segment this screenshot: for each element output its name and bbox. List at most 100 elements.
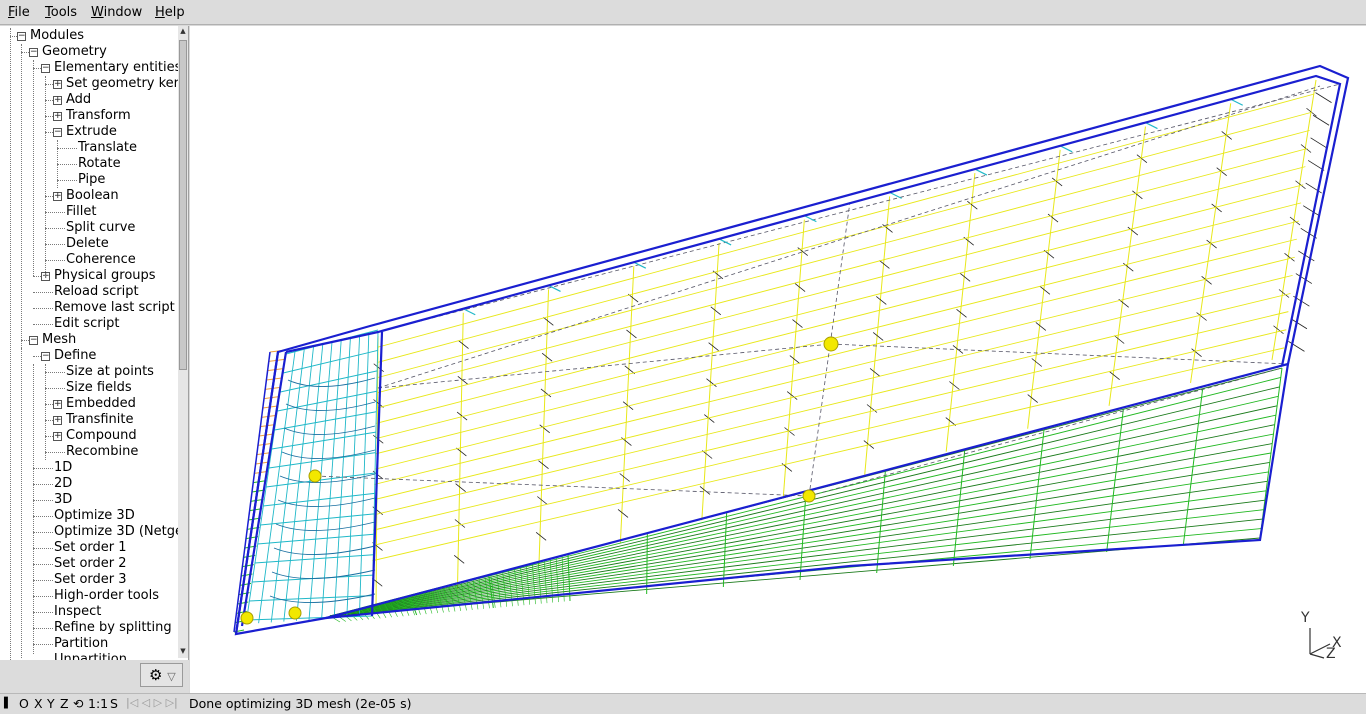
tree-item-label: Add [66, 92, 92, 107]
tree-scrollbar-thumb[interactable] [179, 40, 187, 370]
tree-item[interactable]: Size fields [0, 380, 178, 396]
tree-item[interactable]: + Compound [0, 428, 178, 444]
expand-icon[interactable]: + [53, 400, 62, 409]
collapse-icon[interactable]: − [41, 352, 50, 361]
tree-item[interactable]: Optimize 3D [0, 508, 178, 524]
tree-item-label: Geometry [42, 44, 107, 59]
rotate-icon[interactable]: ⟲ [73, 696, 83, 711]
tree-item[interactable]: 1D [0, 460, 178, 476]
view-x-button[interactable]: X [34, 696, 43, 711]
tree-item[interactable]: Recombine [0, 444, 178, 460]
view-y-button[interactable]: Y [47, 696, 55, 711]
tree-item[interactable]: − Geometry [0, 44, 178, 60]
collapse-icon[interactable]: − [29, 48, 38, 57]
scroll-down-arrow-icon[interactable]: ▼ [179, 646, 187, 656]
tree-item-label: Inspect [54, 604, 102, 619]
mesh-edge [1113, 335, 1125, 344]
mesh-edge [708, 342, 719, 352]
tree-item[interactable]: 2D [0, 476, 178, 492]
mesh-point[interactable] [308, 469, 322, 483]
tree-item[interactable]: Refine by splitting [0, 620, 178, 636]
mesh-edge [373, 274, 1293, 501]
tree-item[interactable]: Remove last script c [0, 300, 186, 316]
menu-window[interactable]: Window [91, 5, 142, 20]
graphics-viewport[interactable]: Y X Z [190, 26, 1366, 693]
tree-item[interactable]: 3D [0, 492, 178, 508]
mesh-canvas[interactable]: Y X Z [190, 26, 1366, 693]
tree-item[interactable]: Delete [0, 236, 178, 252]
tree-item[interactable]: Inspect [0, 604, 178, 620]
axes-gizmo: Y X Z [1300, 610, 1342, 662]
expand-icon[interactable]: + [53, 96, 62, 105]
mesh-edge [722, 512, 728, 588]
collapse-icon[interactable]: − [53, 128, 62, 137]
mesh-edge [329, 452, 1272, 617]
tree-item[interactable]: − Elementary entities [0, 60, 181, 76]
scroll-up-arrow-icon[interactable]: ▲ [179, 26, 187, 36]
tree-item[interactable]: − Define [0, 348, 178, 364]
mesh-point[interactable] [240, 611, 254, 625]
tree-item[interactable]: Set order 2 [0, 556, 178, 572]
tree-item[interactable]: Split curve [0, 220, 178, 236]
tree-item[interactable]: − Mesh [0, 332, 178, 348]
mesh-edge [617, 509, 629, 518]
mesh-point[interactable] [288, 606, 302, 620]
tree-item[interactable]: + Physical groups [0, 268, 178, 284]
tree-guide [33, 364, 34, 654]
tree-item[interactable]: + Embedded [0, 396, 178, 412]
playback-controls-icon[interactable]: |◁ ◁ ▷ ▷| [126, 696, 178, 709]
snap-s-button[interactable]: S [110, 696, 118, 711]
view-o-button[interactable]: O [19, 696, 29, 711]
tree-item[interactable]: Translate [0, 140, 178, 156]
menu-help[interactable]: Help [155, 5, 185, 20]
menu-tools[interactable]: Tools [45, 5, 77, 20]
tree-item-label: Optimize 3D (Netge [54, 524, 183, 539]
tree-item[interactable]: Partition [0, 636, 178, 652]
tree-item[interactable]: Fillet [0, 204, 178, 220]
tree-item[interactable]: + Transform [0, 108, 178, 124]
mesh-edge [375, 202, 1302, 440]
tree-item[interactable]: + Add [0, 92, 178, 108]
tree-item[interactable]: Size at points [0, 364, 178, 380]
tree-item[interactable]: + Boolean [0, 188, 178, 204]
tree-item[interactable]: + Transfinite [0, 412, 178, 428]
tree-scrollbar[interactable]: ▲ ▼ [178, 26, 188, 658]
module-tree[interactable]: − Modules − Geometry − Elementary entities + Se… [0, 26, 189, 660]
expand-icon[interactable]: + [53, 432, 62, 441]
mesh-edge [1310, 137, 1327, 149]
tree-item[interactable]: + Set geometry ker [0, 76, 179, 92]
tree-item[interactable]: Unpartition [0, 652, 178, 660]
tree-guide [57, 140, 58, 188]
mesh-point[interactable] [802, 489, 816, 503]
tree-item[interactable]: Coherence [0, 252, 178, 268]
tree-item[interactable]: Set order 1 [0, 540, 178, 556]
mesh-lines [233, 79, 1341, 633]
tree-item[interactable]: Optimize 3D (Netge [0, 524, 183, 540]
expand-icon[interactable]: + [53, 192, 62, 201]
tree-item[interactable]: Edit script [0, 316, 178, 332]
collapse-icon[interactable]: − [17, 32, 26, 41]
view-z-button[interactable]: Z [60, 696, 69, 711]
mesh-point[interactable] [823, 336, 839, 352]
tree-item[interactable]: Reload script [0, 284, 178, 300]
tree-item[interactable]: Pipe [0, 172, 178, 188]
collapse-icon[interactable]: − [41, 64, 50, 73]
tree-item[interactable]: Rotate [0, 156, 178, 172]
menu-tools-rest: ools [50, 5, 78, 20]
tree-item[interactable]: − Modules [0, 28, 178, 44]
menu-window-rest: indow [103, 5, 143, 20]
expand-icon[interactable]: + [53, 416, 62, 425]
mesh-edge [374, 256, 1295, 485]
expand-icon[interactable]: + [53, 112, 62, 121]
menu-file[interactable]: File [8, 5, 30, 20]
tree-item[interactable]: Set order 3 [0, 572, 178, 588]
tree-item-label: Define [54, 348, 97, 363]
menu-window-underline: W [91, 5, 104, 20]
tree-item-label: Size fields [66, 380, 132, 395]
collapse-icon[interactable]: − [29, 336, 38, 345]
tree-item[interactable]: High-order tools [0, 588, 178, 604]
expand-icon[interactable]: + [53, 80, 62, 89]
tree-item[interactable]: − Extrude [0, 124, 178, 140]
scale-button[interactable]: 1:1 [88, 696, 108, 711]
gear-menu-button[interactable]: ⚙ ▽ [140, 663, 183, 687]
